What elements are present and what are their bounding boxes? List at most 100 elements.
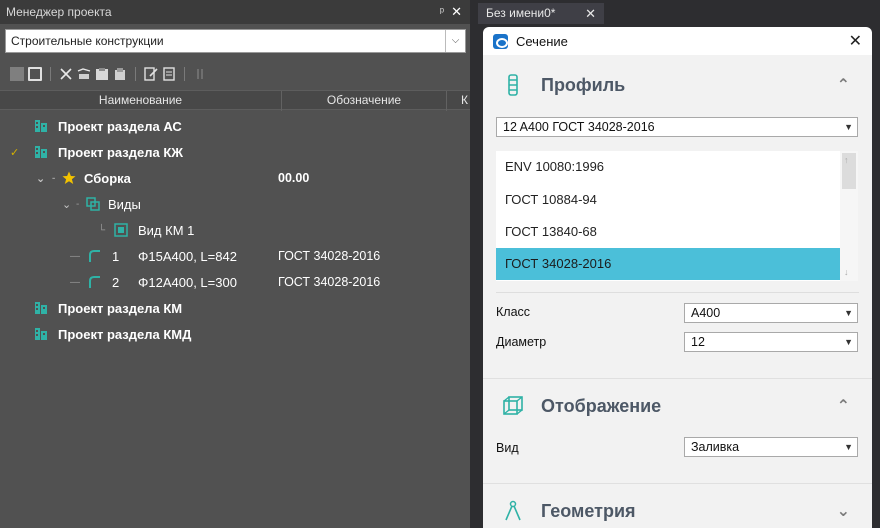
profile-icon bbox=[501, 73, 525, 97]
list-item-selected[interactable]: ГОСТ 34028-2016 bbox=[496, 248, 840, 280]
tree-item-label: Виды bbox=[108, 196, 141, 212]
divider bbox=[483, 378, 872, 379]
building-icon bbox=[34, 327, 48, 341]
diameter-label: Диаметр bbox=[496, 335, 547, 349]
view-label: Вид bbox=[496, 441, 519, 455]
toolbar-separator bbox=[184, 67, 185, 81]
profile-select-value: 12 A400 ГОСТ 34028-2016 bbox=[503, 120, 655, 134]
disabled-tool-icon bbox=[193, 67, 207, 81]
tree-item-assembly[interactable]: ⌄ - Сборка 00.00 bbox=[36, 166, 470, 190]
views-icon bbox=[86, 197, 100, 211]
chevron-up-icon[interactable]: ⌃ bbox=[837, 75, 850, 95]
column-name[interactable]: Наименование bbox=[0, 91, 282, 111]
building-icon bbox=[34, 119, 48, 133]
chevron-down-icon[interactable]: ⌄ bbox=[62, 198, 76, 211]
tree-item-label: Φ12A400, L=300 bbox=[138, 274, 237, 290]
view-icon bbox=[114, 223, 128, 237]
new-icon[interactable] bbox=[10, 67, 24, 81]
close-icon[interactable]: ✕ bbox=[451, 0, 462, 24]
tree-item-code: 00.00 bbox=[278, 171, 310, 185]
document-tabbar: Без имени0* ✕ bbox=[478, 0, 880, 24]
close-icon[interactable]: ✕ bbox=[585, 3, 596, 24]
building-icon bbox=[34, 145, 48, 159]
group-display-title: Отображение bbox=[541, 395, 662, 416]
cube-icon bbox=[501, 394, 525, 418]
tree-connector: └ bbox=[98, 224, 106, 236]
tree-connector: — bbox=[70, 250, 80, 262]
tree-connector: - bbox=[76, 198, 80, 210]
group-profile-header[interactable]: Профиль ⌃ bbox=[483, 59, 872, 111]
tree-column-header: Наименование Обозначение К bbox=[0, 90, 470, 111]
tab-untitled[interactable]: Без имени0* ✕ bbox=[478, 3, 604, 24]
column-designation[interactable]: Обозначение bbox=[282, 91, 447, 111]
close-icon[interactable]: ✕ bbox=[849, 31, 862, 51]
section-titlebar: Сечение ✕ bbox=[483, 27, 872, 55]
group-geometry-title: Геометрия bbox=[541, 500, 636, 521]
edit-icon[interactable] bbox=[144, 67, 158, 81]
filter-combobox[interactable]: Строительные конструкции ⌵ bbox=[5, 29, 466, 53]
chevron-up-icon[interactable]: ⌃ bbox=[837, 396, 850, 416]
window-icon[interactable] bbox=[28, 67, 42, 81]
cut-icon[interactable] bbox=[59, 67, 73, 81]
tree-item-label: Φ15A400, L=842 bbox=[138, 248, 237, 264]
copy-icon[interactable] bbox=[77, 67, 91, 81]
arrow-up-icon[interactable]: ↑ bbox=[844, 155, 849, 165]
chevron-down-icon[interactable]: ⌄ bbox=[36, 172, 52, 185]
project-manager-titlebar: Менеджер проекта ᵖ ✕ bbox=[0, 0, 470, 24]
tab-label: Без имени0* bbox=[486, 6, 556, 20]
clipboard-icon[interactable] bbox=[113, 67, 127, 81]
tree-item-number: 1 bbox=[112, 248, 120, 264]
tree-item-views[interactable]: ⌄ - Виды bbox=[62, 192, 141, 216]
view-select-value: Заливка bbox=[691, 440, 740, 454]
column-extra[interactable]: К bbox=[447, 91, 470, 111]
chevron-down-icon[interactable]: ⌵ bbox=[445, 30, 465, 52]
tree-item-project-as[interactable]: Проект раздела АС bbox=[34, 114, 182, 138]
list-item[interactable]: ENV 10080:1996 bbox=[496, 151, 840, 183]
group-geometry-header[interactable]: Геометрия ⌄ bbox=[483, 485, 872, 528]
document-icon[interactable] bbox=[162, 67, 176, 81]
chevron-down-icon[interactable]: ▼ bbox=[844, 438, 853, 456]
pin-icon[interactable]: ᵖ bbox=[440, 0, 444, 24]
tree-connector: — bbox=[70, 276, 80, 288]
chevron-down-icon[interactable]: ▼ bbox=[844, 118, 853, 136]
tree-item-label: Проект раздела АС bbox=[58, 118, 182, 134]
class-select[interactable]: A400 ▼ bbox=[684, 303, 858, 323]
tree-item-rebar-1[interactable]: — 1 Φ15A400, L=842 ГОСТ 34028-2016 bbox=[70, 244, 470, 268]
class-label: Класс bbox=[496, 305, 531, 319]
paste-icon[interactable] bbox=[95, 67, 109, 81]
rebar-icon bbox=[88, 275, 102, 289]
chevron-down-icon[interactable]: ▼ bbox=[844, 304, 853, 322]
arrow-down-icon[interactable]: ↓ bbox=[844, 267, 849, 277]
tree-item-code: ГОСТ 34028-2016 bbox=[278, 249, 381, 263]
list-item[interactable]: ГОСТ 10884-94 bbox=[496, 184, 840, 216]
chevron-down-icon[interactable]: ▼ bbox=[844, 333, 853, 351]
app-window: Менеджер проекта ᵖ ✕ Строительные констр… bbox=[0, 0, 880, 528]
tree-item-view-km1[interactable]: └ Вид КМ 1 bbox=[98, 218, 194, 242]
chevron-down-icon[interactable]: ✓ bbox=[10, 146, 26, 159]
listbox-scrollbar[interactable]: ↑ ↓ bbox=[840, 151, 858, 281]
class-select-value: A400 bbox=[691, 306, 721, 320]
diameter-select[interactable]: 12 ▼ bbox=[684, 332, 858, 352]
section-body: Профиль ⌃ 12 A400 ГОСТ 34028-2016 ▼ ENV … bbox=[483, 55, 872, 528]
tree-item-project-kzh[interactable]: ✓ Проект раздела КЖ bbox=[10, 140, 183, 164]
toolbar-separator bbox=[135, 67, 136, 81]
project-manager-panel: Менеджер проекта ᵖ ✕ Строительные констр… bbox=[0, 0, 470, 528]
section-icon bbox=[493, 33, 508, 49]
standards-listbox[interactable]: ENV 10080:1996 ГОСТ 10884-94 ГОСТ 13840-… bbox=[496, 151, 858, 281]
tree-item-project-km[interactable]: Проект раздела КМ bbox=[34, 296, 182, 320]
star-icon bbox=[62, 171, 76, 185]
tree-item-label: Проект раздела КМД bbox=[58, 326, 192, 342]
section-title: Сечение bbox=[516, 33, 568, 49]
tree-item-rebar-2[interactable]: — 2 Φ12A400, L=300 ГОСТ 34028-2016 bbox=[70, 270, 470, 294]
chevron-down-icon[interactable]: ⌄ bbox=[837, 501, 850, 521]
tree-item-label: Вид КМ 1 bbox=[138, 222, 195, 238]
list-item[interactable]: ГОСТ 13840-68 bbox=[496, 216, 840, 248]
group-profile-title: Профиль bbox=[541, 74, 626, 95]
view-select[interactable]: Заливка ▼ bbox=[684, 437, 858, 457]
project-manager-toolbar bbox=[10, 64, 207, 84]
building-icon bbox=[34, 301, 48, 315]
tree-item-project-kmd[interactable]: Проект раздела КМД bbox=[34, 322, 191, 346]
profile-select[interactable]: 12 A400 ГОСТ 34028-2016 ▼ bbox=[496, 117, 858, 137]
section-panel: Сечение ✕ Профиль ⌃ 12 A400 ГОСТ 34028-2… bbox=[483, 27, 872, 528]
group-display-header[interactable]: Отображение ⌃ bbox=[483, 380, 872, 432]
